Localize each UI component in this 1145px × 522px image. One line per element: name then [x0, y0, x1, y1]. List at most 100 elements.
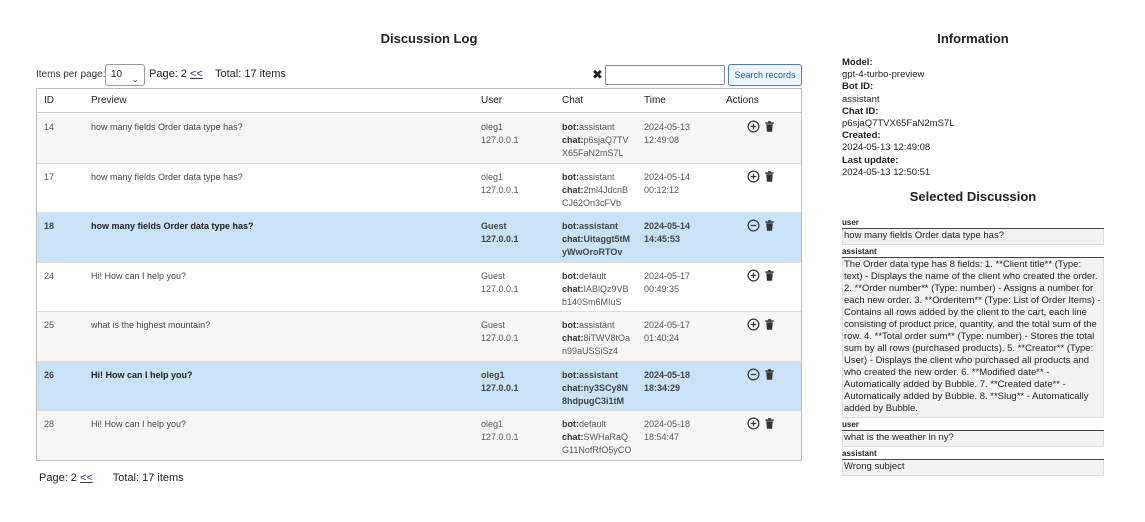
table-row[interactable]: 24 Hi! How can I help you? Guest 127.0.0.1 b… [37, 262, 801, 312]
table-row[interactable]: 28 Hi! How can I help you? oleg1 127.0.0.1 b… [37, 411, 801, 460]
row-clock: 00:12:12 [644, 184, 680, 195]
row-bot-label: bot: [562, 320, 579, 330]
row-actions [747, 417, 776, 430]
trash-icon[interactable] [763, 170, 776, 183]
items-per-page-label: Items per page: [36, 69, 106, 80]
row-user-ip: 127.0.0.1 [481, 283, 519, 294]
row-bot-value: assistant [579, 221, 619, 231]
search-input[interactable] [605, 65, 725, 85]
table-controls: Items per page: 10 ⌄ Page: 2 << Total: 1… [36, 62, 802, 88]
bot-id-value: assistant [842, 93, 880, 105]
table-row[interactable]: 17 how many fields Order data type has? ol… [37, 163, 801, 213]
row-id: 25 [44, 320, 55, 330]
header-id: ID [44, 95, 54, 106]
row-bot-value: assistant [579, 320, 615, 330]
header-actions: Actions [726, 95, 759, 106]
selected-discussion-messages: user how many fields Order data type has?… [842, 216, 1104, 478]
message-role: assistant [842, 247, 1104, 258]
row-date: 2024-05-18 [644, 419, 691, 429]
row-preview: what is the highest mountain? [91, 320, 211, 330]
row-chat-label: chat: [562, 432, 584, 442]
items-per-page-select[interactable]: 10 ⌄ [105, 64, 145, 86]
row-bot-label: bot: [562, 419, 579, 429]
prev-page-link[interactable]: << [80, 472, 93, 484]
plus-circle-icon[interactable] [747, 417, 760, 430]
row-user: Guest 127.0.0.1 [481, 220, 519, 246]
trash-icon[interactable] [763, 219, 776, 232]
row-bot-value: default [579, 270, 607, 281]
row-bot-label: bot: [562, 369, 579, 380]
row-user-name: oleg1 [481, 419, 504, 429]
message-text: what is the weather in ny? [842, 431, 1104, 447]
message-role: user [842, 218, 1104, 229]
minus-circle-icon[interactable] [747, 368, 760, 381]
row-user: oleg1 127.0.0.1 [481, 121, 519, 147]
row-chat: bot:assistant chat:p6sjaQ7TVX65FaN2mS7L [562, 121, 632, 160]
row-bot-value: assistant [579, 122, 615, 132]
plus-circle-icon[interactable] [747, 269, 760, 282]
row-date: 2024-05-13 [644, 122, 691, 132]
row-time: 2024-05-18 18:54:47 [644, 418, 714, 444]
row-date: 2024-05-17 [644, 270, 691, 281]
row-id: 14 [44, 122, 55, 132]
row-preview: Hi! How can I help you? [91, 419, 187, 429]
row-id: 28 [44, 419, 55, 429]
row-id: 24 [44, 270, 55, 281]
row-bot-value: assistant [579, 369, 619, 380]
row-bot-label: bot: [562, 270, 579, 281]
row-time: 2024-05-14 00:12:12 [644, 171, 714, 197]
prev-page-link[interactable]: << [190, 68, 203, 80]
row-bot: bot:default [562, 270, 632, 283]
row-user: oleg1 127.0.0.1 [481, 418, 519, 444]
clear-search-icon[interactable]: ✖ [592, 67, 603, 83]
row-bot-label: bot: [562, 221, 579, 231]
row-date: 2024-05-14 [644, 221, 691, 231]
row-time: 2024-05-17 00:49:35 [644, 270, 714, 296]
trash-icon[interactable] [763, 120, 776, 133]
pager-bottom: Page: 2 << Total: 17 items [39, 472, 184, 484]
plus-circle-icon[interactable] [747, 120, 760, 133]
row-bot: bot:default [562, 418, 632, 431]
trash-icon[interactable] [763, 318, 776, 331]
row-date: 2024-05-17 [644, 320, 691, 330]
pager-top: Page: 2 << [149, 68, 203, 80]
row-actions [747, 120, 776, 133]
minus-circle-icon[interactable] [747, 219, 760, 232]
row-preview: Hi! How can I help you? [91, 369, 193, 380]
row-time: 2024-05-17 01:40:24 [644, 319, 714, 345]
row-clock: 18:34:29 [644, 382, 681, 393]
plus-circle-icon[interactable] [747, 170, 760, 183]
search-records-button[interactable]: Search records [728, 64, 802, 86]
header-preview: Preview [91, 95, 127, 106]
table-row[interactable]: 18 how many fields Order data type has? Gu… [37, 213, 801, 263]
row-user-name: oleg1 [481, 171, 504, 182]
trash-icon[interactable] [763, 417, 776, 430]
chat-id-label: Chat ID: [842, 105, 879, 117]
row-user-ip: 127.0.0.1 [481, 333, 519, 343]
row-chat: bot:assistant chat:2ml4JdcnBCJ62On3cFVb [562, 171, 632, 210]
plus-circle-icon[interactable] [747, 318, 760, 331]
row-time: 2024-05-14 14:45:53 [644, 220, 714, 246]
message-role: user [842, 420, 1104, 431]
created-label: Created: [842, 130, 881, 142]
table-row[interactable]: 14 how many fields Order data type has? ol… [37, 114, 801, 164]
table-row[interactable]: 25 what is the highest mountain? Guest 127.… [37, 312, 801, 362]
row-bot: bot:assistant [562, 171, 632, 184]
trash-icon[interactable] [763, 269, 776, 282]
row-id: 26 [44, 369, 55, 380]
header-chat: Chat [562, 95, 584, 106]
row-user-ip: 127.0.0.1 [481, 382, 519, 393]
row-date: 2024-05-18 [644, 369, 691, 380]
row-clock: 01:40:24 [644, 333, 680, 343]
information-title: Information [937, 31, 1009, 46]
table-row[interactable]: 26 Hi! How can I help you? oleg1 127.0.0.1 b… [37, 361, 801, 411]
page-title: Discussion Log [380, 31, 478, 46]
items-per-page-value: 10 [111, 69, 123, 80]
row-chat-label: chat: [562, 234, 584, 244]
trash-icon[interactable] [763, 368, 776, 381]
row-actions [747, 269, 776, 282]
model-label: Model: [842, 57, 873, 68]
row-user: oleg1 127.0.0.1 [481, 171, 519, 197]
row-user: oleg1 127.0.0.1 [481, 369, 519, 395]
chevron-down-icon: ⌄ [131, 74, 139, 84]
